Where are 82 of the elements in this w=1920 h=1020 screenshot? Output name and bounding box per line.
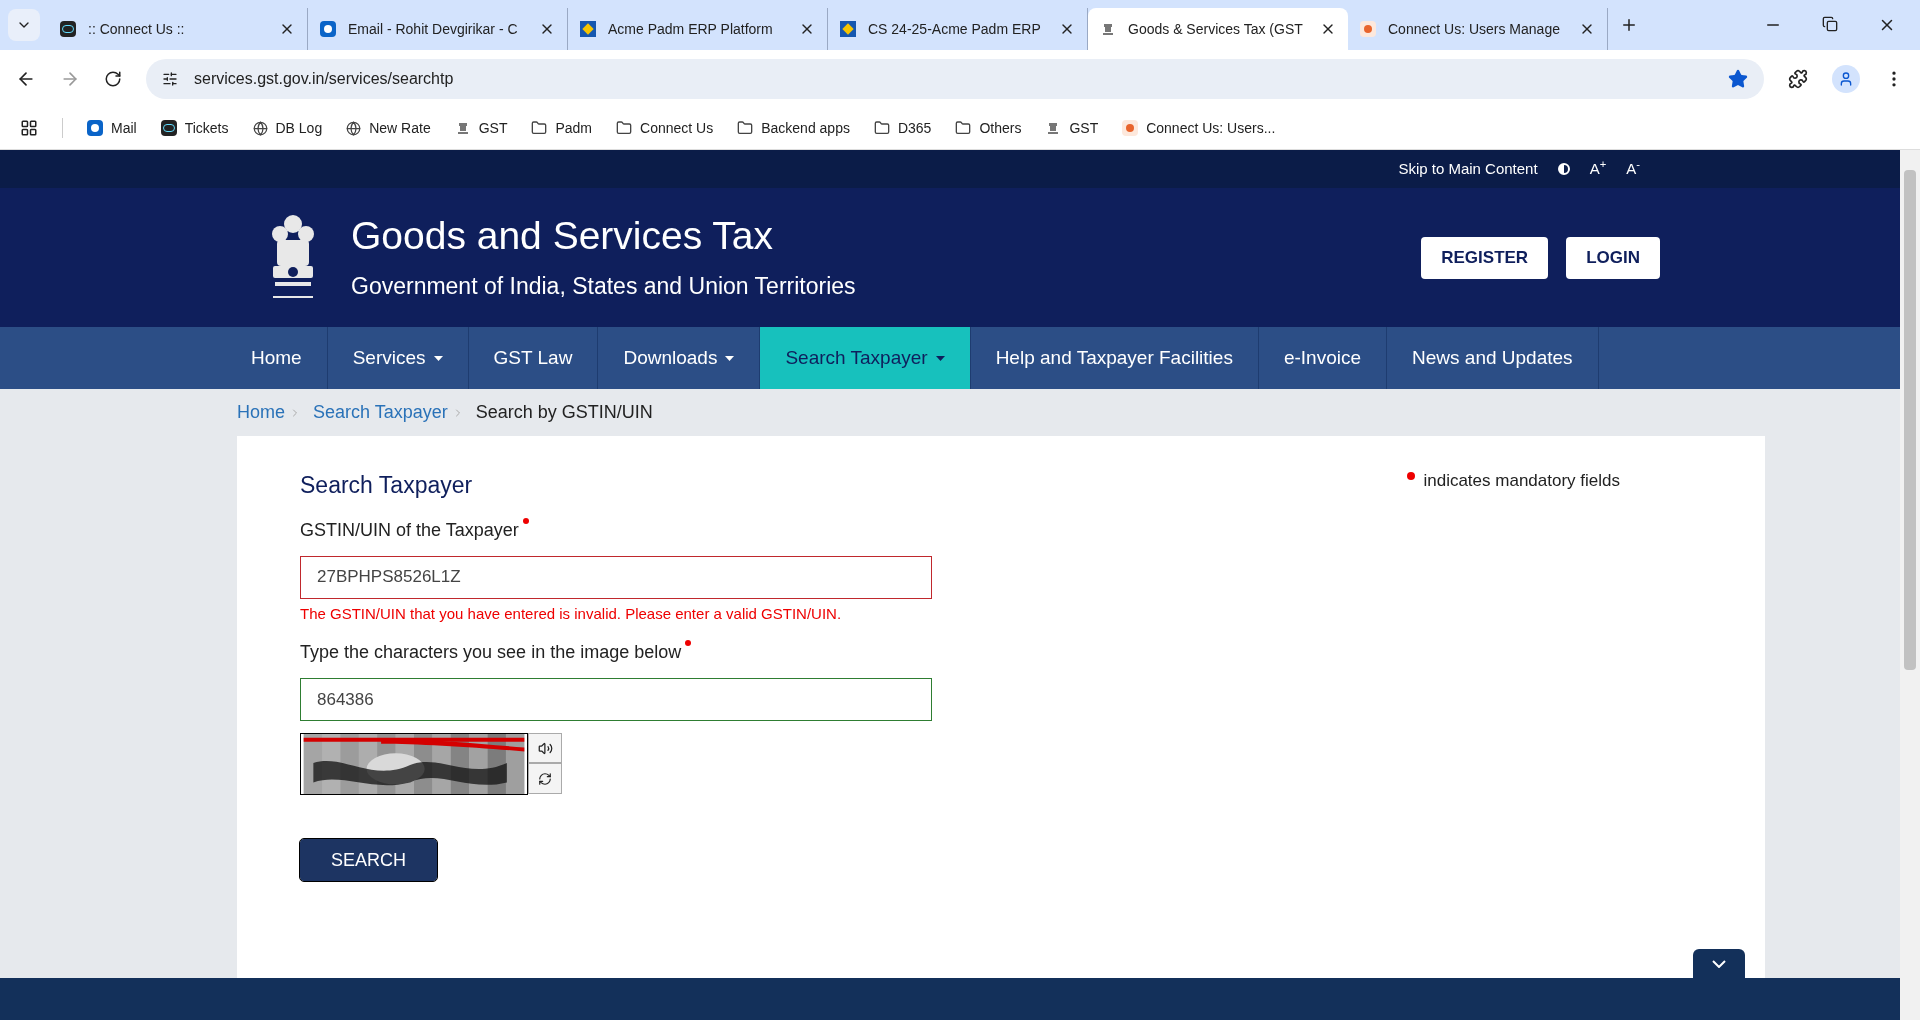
- site-subtitle: Government of India, States and Union Territories: [351, 271, 856, 301]
- tab-title: Email - Rohit Devgirikar - C: [348, 19, 519, 39]
- emblem-icon: [1100, 21, 1116, 37]
- url-text: services.gst.gov.in/services/searchtp: [194, 68, 455, 89]
- restore-icon[interactable]: [1822, 16, 1838, 32]
- font-increase-button[interactable]: A$^{+}$: [1589, 157, 1607, 181]
- field-label: Type the characters you see in the image below: [300, 639, 1702, 666]
- profile-avatar[interactable]: [1832, 64, 1860, 93]
- audio-button[interactable]: [528, 733, 562, 763]
- breadcrumb-link[interactable]: Home: [237, 399, 285, 426]
- scrollbar[interactable]: [1900, 150, 1920, 1020]
- chevron-down-icon: [1712, 959, 1726, 968]
- header-button[interactable]: REGISTER: [1421, 236, 1549, 279]
- font-decrease-button[interactable]: A$^{-}$: [1626, 157, 1640, 181]
- tab-list-button[interactable]: [8, 9, 40, 41]
- bookmark-item[interactable]: Padm: [531, 117, 593, 139]
- tab-title: :: Connect Us ::: [88, 19, 186, 39]
- form-title: Search Taxpayer: [300, 471, 473, 500]
- mail-app-icon: [320, 21, 336, 37]
- app-logo-icon: [840, 21, 856, 37]
- bookmark-item[interactable]: DB Log: [252, 117, 323, 139]
- caret-icon: [433, 355, 443, 361]
- app-logo-icon: [580, 21, 596, 37]
- breadcrumb-link[interactable]: Search Taxpayer: [313, 399, 448, 426]
- folder-icon: [955, 120, 972, 136]
- error-message: The GSTIN/UIN that you have entered is invalid. Please enter a valid GSTIN/UIN.: [300, 603, 843, 624]
- tab-title: Acme Padm ERP Platform: [608, 19, 774, 39]
- nav-item[interactable]: Help and Taxpayer Facilities: [970, 327, 1259, 389]
- bookmark-item[interactable]: Backend apps: [737, 117, 850, 139]
- tab-title: Connect Us: Users Manage: [1388, 19, 1561, 39]
- bookmark-star-icon[interactable]: [1728, 68, 1748, 89]
- tab-title: Goods & Services Tax (GST: [1128, 19, 1304, 39]
- text-field[interactable]: 864386: [300, 678, 932, 721]
- atom-icon: [160, 120, 177, 136]
- contrast-icon[interactable]: [1557, 163, 1570, 175]
- bookmark-item[interactable]: New Rate: [346, 117, 431, 139]
- browser-tab[interactable]: Goods & Services Tax (GST: [1088, 8, 1348, 50]
- logo-icon: [1122, 120, 1139, 136]
- search-button[interactable]: SEARCH: [300, 839, 437, 881]
- extensions-icon[interactable]: [1788, 68, 1808, 89]
- scroll-down-button[interactable]: [1693, 949, 1745, 978]
- tab-title: CS 24-25-Acme Padm ERP: [868, 19, 1042, 39]
- bookmark-item[interactable]: GST: [454, 117, 508, 139]
- folder-icon: [531, 120, 548, 136]
- mail-app-icon: [87, 120, 103, 136]
- folder-icon: [873, 120, 890, 136]
- speaker-icon: [537, 740, 553, 756]
- nav-item[interactable]: Services: [327, 327, 469, 389]
- globe-icon: [346, 120, 362, 136]
- field-label: GSTIN/UIN of the Taxpayer: [300, 516, 1702, 544]
- refresh-button[interactable]: [528, 763, 562, 794]
- text-field[interactable]: 27BPHPS8526L1Z: [300, 555, 932, 599]
- bookmark-item[interactable]: Mail: [87, 117, 137, 139]
- nav-item[interactable]: Search Taxpayer: [760, 327, 971, 389]
- globe-icon: [252, 120, 268, 136]
- nav-item[interactable]: News and Updates: [1387, 327, 1599, 389]
- caret-icon: [935, 355, 945, 361]
- bookmark-item[interactable]: Connect Us: Users...: [1122, 117, 1276, 139]
- logo-icon: [1360, 21, 1376, 37]
- skip-link[interactable]: Skip to Main Content: [1398, 157, 1538, 181]
- atom-icon: [60, 21, 76, 37]
- bookmark-item[interactable]: Others: [955, 117, 1022, 139]
- bookmark-item[interactable]: Tickets: [160, 117, 229, 139]
- site-info-icon[interactable]: [162, 70, 178, 87]
- mandatory-note: indicates mandatory fields: [1407, 468, 1620, 494]
- nav-item[interactable]: GST Law: [468, 327, 599, 389]
- site-title: Goods and Services Tax: [351, 212, 774, 259]
- address-bar[interactable]: services.gst.gov.in/services/searchtp: [146, 58, 1764, 99]
- new-tab-icon[interactable]: [1620, 16, 1638, 34]
- breadcrumb-current: Search by GSTIN/UIN: [475, 401, 653, 424]
- refresh-icon: [538, 771, 552, 786]
- nav-item[interactable]: Home: [226, 327, 328, 389]
- reload-icon[interactable]: [104, 69, 122, 88]
- header-button[interactable]: LOGIN: [1566, 236, 1660, 279]
- apps-icon[interactable]: [20, 119, 38, 137]
- caret-icon: [725, 355, 735, 361]
- bookmark-item[interactable]: D365: [873, 117, 932, 139]
- bookmark-item[interactable]: GST: [1045, 117, 1099, 139]
- folder-icon: [737, 120, 754, 136]
- bookmark-item[interactable]: Connect Us: [616, 117, 714, 139]
- nav-item[interactable]: e-Invoice: [1258, 327, 1388, 389]
- folder-icon: [616, 120, 633, 136]
